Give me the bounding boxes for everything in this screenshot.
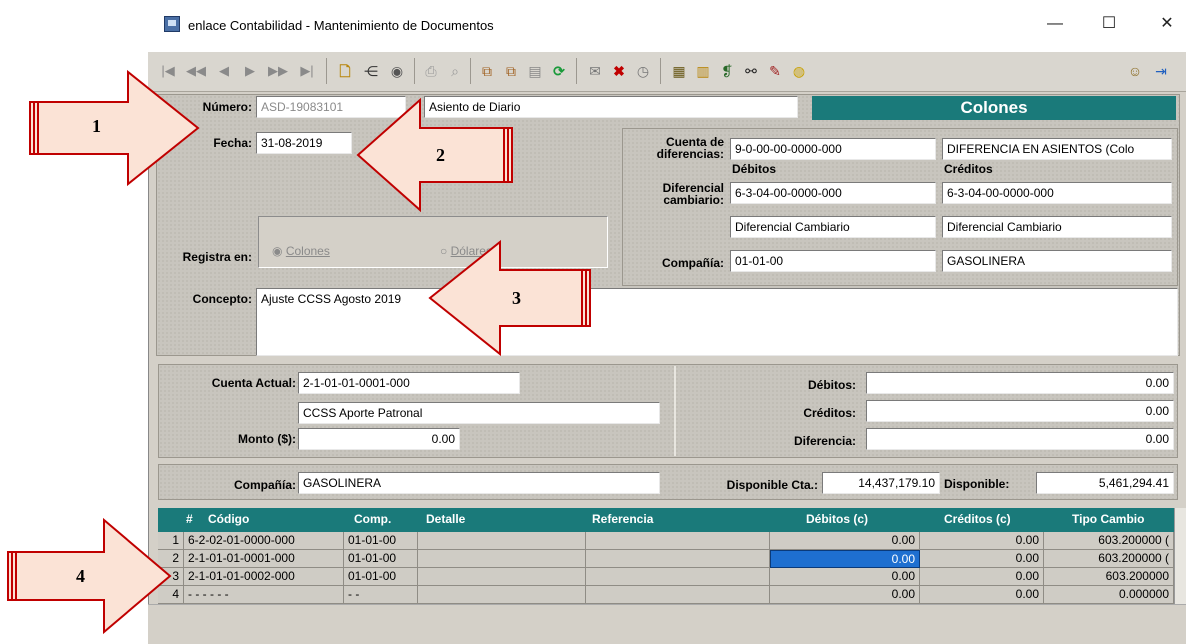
callout-number-2: 2 xyxy=(436,145,445,165)
callout-arrow-1 xyxy=(29,69,200,187)
callout-arrows xyxy=(7,69,591,635)
callout-number-4: 4 xyxy=(76,566,85,586)
callout-arrow-4 xyxy=(7,517,172,635)
callout-number-1: 1 xyxy=(92,116,101,136)
callout-arrow-2 xyxy=(356,97,513,213)
callout-arrow-3 xyxy=(428,239,591,357)
callout-number-3: 3 xyxy=(512,288,521,308)
